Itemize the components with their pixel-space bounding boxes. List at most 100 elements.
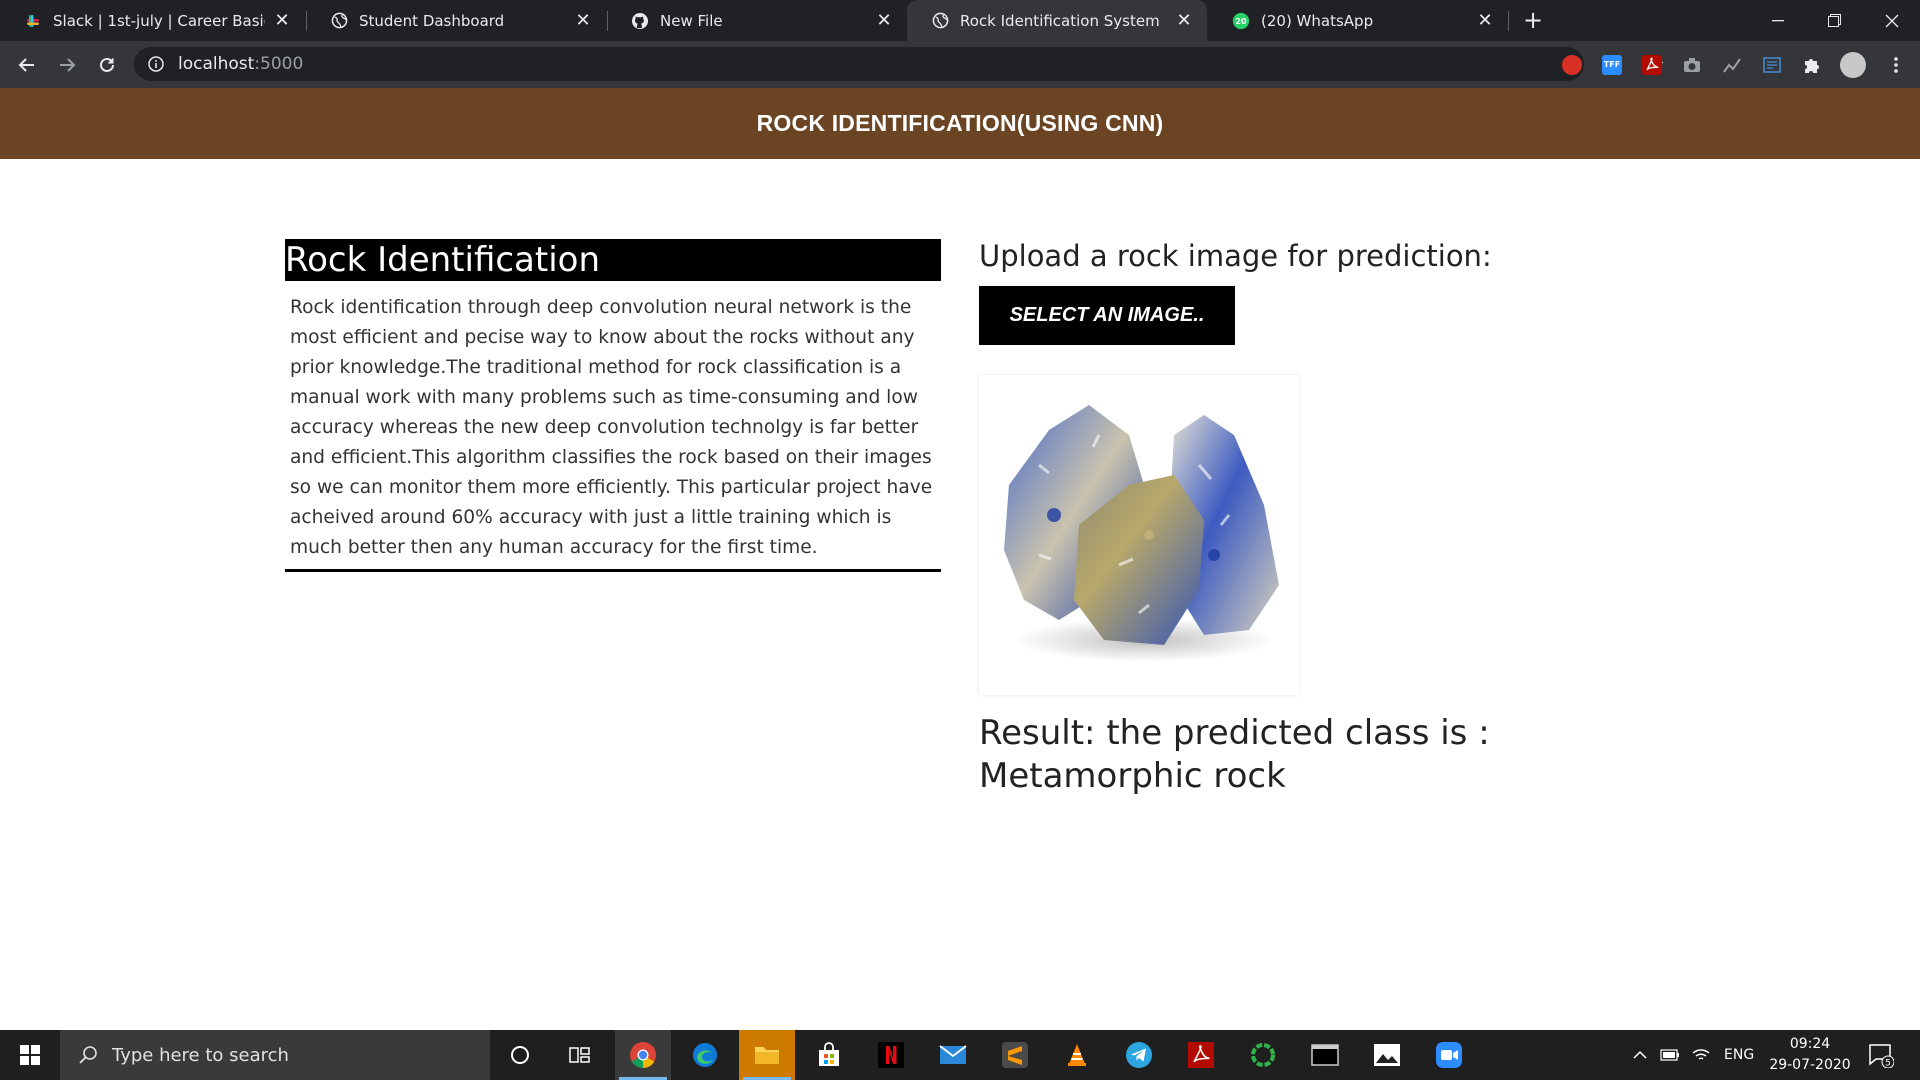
upload-section: Upload a rock image for prediction: SELE… [979,239,1492,345]
taskbar-store[interactable] [801,1030,857,1080]
sublime-icon [1002,1042,1028,1068]
taskbar-telegram[interactable] [1111,1030,1167,1080]
notifications-button[interactable]: 5 [1868,1030,1894,1080]
rock-image [1004,405,1279,662]
taskbar-zoom[interactable] [1421,1030,1477,1080]
tab-slack[interactable]: Slack | 1st-july | Career Basic-RSII ✕ [0,0,305,41]
upload-label: Upload a rock image for prediction: [979,239,1492,273]
start-button[interactable] [0,1030,60,1080]
tab-title: New File [660,11,723,30]
language-indicator[interactable]: ENG [1724,1030,1754,1080]
cortana-icon [511,1046,529,1064]
close-window-button[interactable] [1864,0,1920,41]
image-preview [979,375,1299,695]
close-icon[interactable]: ✕ [273,11,291,30]
telegram-icon [1126,1042,1152,1068]
folder-icon [755,1047,779,1064]
taskbar-sublime[interactable] [987,1030,1043,1080]
minimize-button[interactable] [1750,0,1806,41]
taskbar-search[interactable]: Type here to search [60,1030,490,1080]
new-tab-button[interactable]: + [1520,8,1546,34]
avatar[interactable] [1840,52,1866,78]
clock-date: 29-07-2020 [1769,1057,1851,1073]
mail-icon [939,1045,967,1064]
restore-button[interactable] [1806,0,1862,41]
tab-title: Student Dashboard [359,11,505,30]
task-view-button[interactable] [552,1030,608,1080]
about-title: Rock Identification [285,239,941,281]
clock[interactable]: 09:24 29-07-2020 [1760,1034,1860,1076]
tab-title: Slack | 1st-july | Career Basic-RSII [53,11,265,30]
back-button[interactable] [12,50,42,80]
store-icon [819,1042,839,1066]
taskbar-mail[interactable] [925,1030,981,1080]
tab-whatsapp[interactable]: 20 (20) WhatsApp ✕ [1208,0,1508,41]
taskbar-edge[interactable] [677,1030,733,1080]
taskbar-file-explorer[interactable] [739,1030,795,1080]
tff-extension-icon[interactable]: TFF [1602,55,1622,75]
taskbar-photos[interactable] [1359,1030,1415,1080]
edge-icon [693,1043,717,1067]
close-icon[interactable]: ✕ [574,11,592,30]
zoom-icon [1436,1042,1462,1068]
adblock-extension-icon[interactable] [1562,55,1582,75]
terminal-icon [1311,1044,1339,1066]
sync-icon [1251,1043,1275,1067]
browser-tab-strip: Slack | 1st-july | Career Basic-RSII ✕ S… [0,0,1920,41]
about-text: Rock identification through deep convolu… [285,281,941,572]
taskbar-vlc[interactable] [1049,1030,1105,1080]
select-image-button[interactable]: SELECT AN IMAGE.. [979,286,1235,345]
page-title: ROCK IDENTIFICATION(USING CNN) [756,110,1164,136]
arrow-left-icon [18,58,34,72]
wifi-icon[interactable] [1692,1030,1710,1080]
taskbar-sync-app[interactable] [1235,1030,1291,1080]
tab-student-dashboard[interactable]: Student Dashboard ✕ [306,0,606,41]
info-icon[interactable] [148,56,164,72]
slack-icon [24,12,42,30]
notification-count: 5 [1885,1059,1891,1069]
task-view-icon [569,1047,590,1063]
tab-title: (20) WhatsApp [1261,11,1374,30]
taskbar-terminal[interactable] [1297,1030,1353,1080]
pdf-extension-icon[interactable] [1642,55,1662,75]
result-class: Metamorphic rock [979,756,1286,796]
about-section: Rock Identification Rock identification … [285,239,941,572]
globe-icon [931,12,949,30]
tab-rock-identification[interactable]: Rock Identification System ✕ [907,0,1207,41]
analytics-extension-icon[interactable] [1722,55,1742,75]
tab-title: Rock Identification System [960,11,1160,30]
url-port: :5000 [254,54,304,74]
clock-time: 09:24 [1789,1036,1831,1052]
restore-icon [1827,14,1841,27]
address-bar[interactable]: localhost:5000 [134,47,1664,81]
github-icon [631,12,649,30]
reload-icon [100,57,114,72]
battery-icon[interactable] [1660,1030,1680,1080]
taskbar-chrome[interactable] [615,1030,671,1080]
puzzle-icon[interactable] [1802,55,1822,75]
photos-icon [1374,1044,1400,1066]
news-extension-icon[interactable] [1762,55,1782,75]
vlc-icon [1068,1044,1086,1066]
taskbar-acrobat[interactable] [1173,1030,1229,1080]
close-icon [1885,14,1899,27]
reload-button[interactable] [92,50,122,80]
netflix-icon [878,1042,904,1068]
menu-dots-icon[interactable] [1886,55,1906,75]
url-host: localhost [178,54,255,74]
taskbar-netflix[interactable] [863,1030,919,1080]
cortana-button[interactable] [492,1030,548,1080]
close-icon[interactable]: ✕ [1476,11,1494,30]
close-icon[interactable]: ✕ [875,11,893,30]
tray-chevron-icon[interactable] [1632,1030,1648,1080]
close-icon[interactable]: ✕ [1175,11,1193,30]
search-icon [79,1046,97,1064]
browser-toolbar: localhost:5000 TFF [0,41,1920,88]
minimize-icon [1772,19,1784,21]
windows-icon [20,1045,40,1065]
globe-icon [330,12,348,30]
forward-button[interactable] [52,50,82,80]
tab-separator [1508,11,1509,31]
tab-new-file[interactable]: New File ✕ [607,0,907,41]
camera-extension-icon[interactable] [1682,55,1702,75]
